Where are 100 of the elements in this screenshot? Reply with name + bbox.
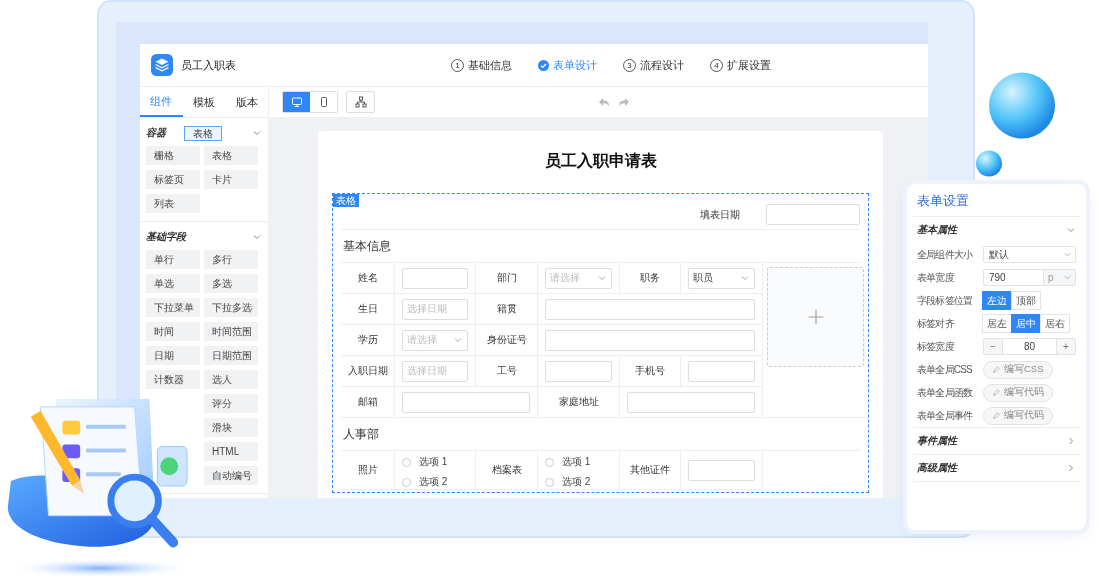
plus-button[interactable]: + (1057, 339, 1075, 354)
app-title: 员工入职表 (181, 57, 236, 73)
step-tab[interactable]: 表单设计 (538, 57, 597, 73)
segment-button[interactable]: 顶部 (1011, 291, 1041, 310)
desktop-view-button[interactable] (283, 92, 310, 112)
text-field[interactable] (402, 267, 468, 289)
hierarchy-icon (354, 96, 367, 108)
edit-code-button[interactable]: 编写代码 (983, 406, 1053, 425)
component-item[interactable]: 自动编号 (204, 466, 258, 485)
component-item[interactable]: 日期 (146, 346, 200, 365)
chevron-icon (740, 273, 750, 283)
radio-option[interactable]: 选项 1 (402, 455, 468, 469)
radio-option[interactable]: 选项 1 (545, 455, 612, 469)
component-item[interactable]: 表格 (204, 146, 258, 165)
sidebar-tab[interactable]: 组件 (140, 87, 183, 117)
text-field[interactable] (688, 459, 755, 481)
pencil-icon (992, 411, 1000, 420)
component-item[interactable]: 多行 (204, 250, 258, 269)
setting-label: 表单全局CSS (917, 362, 974, 377)
setting-label: 标签对齐 (917, 316, 956, 331)
component-item[interactable]: 单行 (146, 250, 200, 269)
text-field[interactable] (402, 391, 530, 413)
minus-button[interactable]: − (984, 339, 1002, 354)
radio-option[interactable]: 选项 2 (545, 475, 612, 489)
section-title: 容器 (146, 126, 166, 140)
sidebar-tab[interactable]: 版本 (225, 87, 268, 117)
chevron-icon[interactable] (1066, 436, 1076, 446)
component-item[interactable]: 滑块 (204, 418, 258, 437)
field-label: 手机号 (635, 364, 665, 378)
component-item[interactable]: 下拉菜单 (146, 298, 200, 317)
setting-label: 标签宽度 (917, 339, 956, 354)
setting-label: 全局组件大小 (917, 247, 974, 262)
edit-code-button[interactable]: 编写CSS (983, 360, 1053, 379)
chevron-icon (1063, 250, 1072, 259)
step-tab[interactable]: 1 基础信息 (451, 57, 512, 73)
field-label: 家庭地址 (558, 395, 599, 409)
component-item[interactable]: 计数器 (146, 370, 200, 389)
field-label: 姓名 (357, 271, 378, 285)
segment-button[interactable]: 居中 (1011, 314, 1041, 333)
setting-label: 表单全局事件 (917, 408, 974, 423)
field-label: 部门 (496, 271, 517, 285)
field-label: 职务 (640, 271, 660, 285)
tree-button[interactable] (346, 91, 375, 113)
text-field[interactable] (627, 391, 755, 413)
segment-button[interactable]: 居右 (1040, 314, 1070, 333)
drag-preview: 表格 (184, 125, 222, 141)
field-label: 籍贯 (496, 302, 517, 316)
field-label: 照片 (357, 463, 378, 477)
chevron-icon[interactable] (1066, 463, 1076, 473)
chevron-icon (1063, 273, 1072, 282)
pencil-icon (992, 365, 1000, 374)
monitor-icon (290, 96, 303, 108)
group-title: 基本属性 (917, 223, 957, 237)
check-icon (538, 59, 549, 71)
setting-label: 表单全局函数 (917, 385, 974, 400)
field-label: 学历 (357, 333, 378, 347)
group-title: 事件属性 (917, 434, 957, 448)
chevron-icon[interactable] (252, 232, 262, 242)
section-heading: 人事部 (341, 418, 860, 451)
section-heading: 基本信息 (341, 230, 860, 263)
text-field[interactable] (688, 360, 755, 382)
date-field[interactable] (766, 204, 860, 225)
upload-area[interactable] (767, 267, 864, 367)
select-field[interactable]: 职员 (688, 267, 755, 289)
component-item[interactable]: HTML (204, 442, 258, 461)
component-item[interactable]: 选人 (204, 370, 258, 389)
component-item[interactable]: 时间范围 (204, 322, 258, 341)
component-item[interactable]: 列表 (146, 194, 200, 213)
chevron-icon (597, 273, 607, 283)
component-item[interactable]: 栅格 (146, 146, 200, 165)
component-item[interactable]: 时间 (146, 322, 200, 341)
width-field[interactable]: 790 p (983, 269, 1076, 286)
radio-option[interactable]: 选项 2 (402, 475, 468, 489)
field-label: 入职日期 (347, 364, 388, 378)
container-tag: 表格 (333, 194, 359, 207)
field-label: 生日 (357, 302, 378, 316)
chevron-icon[interactable] (1066, 225, 1076, 235)
pencil-icon (992, 388, 1000, 397)
field-label: 其他证件 (630, 463, 670, 477)
text-field[interactable] (545, 360, 612, 382)
segment-button[interactable]: 左边 (982, 291, 1012, 310)
text-field[interactable] (545, 298, 755, 320)
text-field[interactable] (545, 329, 755, 351)
component-item[interactable]: 下拉多选 (204, 298, 258, 317)
select-field[interactable]: 默认 (983, 246, 1076, 263)
layers-icon (151, 54, 173, 76)
setting-label: 字段标签位置 (917, 293, 974, 308)
sidebar-tab[interactable]: 模板 (182, 87, 226, 117)
field-label: 工号 (496, 364, 517, 378)
component-item[interactable]: 多选 (204, 274, 258, 293)
chevron-icon[interactable] (252, 128, 262, 138)
panel-title: 表单设置 (913, 184, 1080, 217)
step-tab[interactable]: 4 扩展设置 (710, 57, 771, 73)
component-item[interactable]: 日期范围 (204, 346, 258, 365)
component-item[interactable]: 评分 (204, 394, 258, 413)
edit-code-button[interactable]: 编写代码 (983, 383, 1053, 402)
component-item[interactable]: 卡片 (204, 170, 258, 189)
component-item[interactable]: 单选 (146, 274, 200, 293)
component-item[interactable]: 标签页 (146, 170, 200, 189)
step-tab[interactable]: 3 流程设计 (623, 57, 684, 73)
